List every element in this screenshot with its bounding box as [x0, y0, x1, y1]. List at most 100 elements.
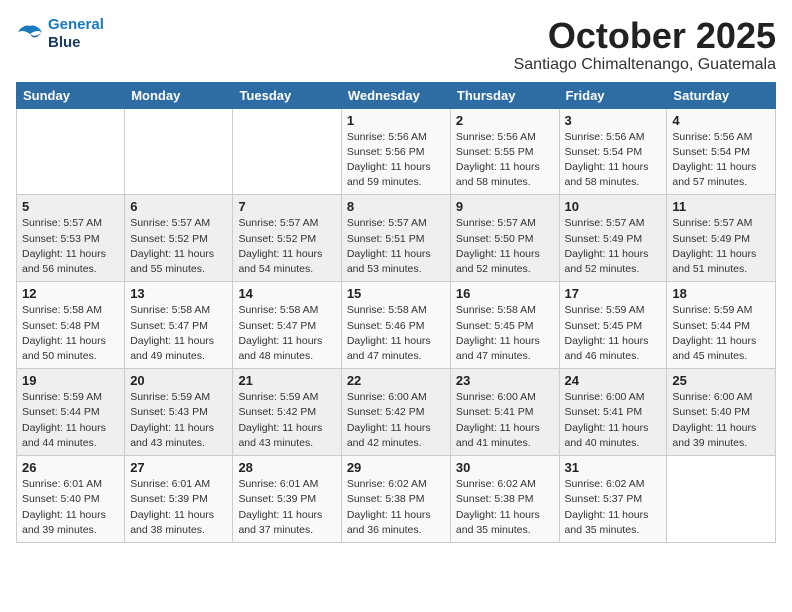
- calendar-cell: [125, 108, 233, 195]
- calendar-week-4: 19Sunrise: 5:59 AMSunset: 5:44 PMDayligh…: [17, 369, 776, 456]
- day-number: 7: [238, 199, 335, 214]
- calendar-cell: 1Sunrise: 5:56 AMSunset: 5:56 PMDaylight…: [341, 108, 450, 195]
- calendar-cell: [667, 456, 776, 543]
- weekday-header-saturday: Saturday: [667, 82, 776, 108]
- day-number: 23: [456, 373, 554, 388]
- calendar-cell: 17 Sunrise: 5:59 AMSunset: 5:45 PMDayligh…: [559, 282, 667, 369]
- day-number: 11: [672, 199, 770, 214]
- calendar-week-2: 5 Sunrise: 5:57 AMSunset: 5:53 PMDaylight…: [17, 195, 776, 282]
- day-number: 27: [130, 460, 227, 475]
- day-info: Sunrise: 5:58 AMSunset: 5:47 PMDaylight:…: [238, 303, 335, 364]
- calendar-week-1: 1Sunrise: 5:56 AMSunset: 5:56 PMDaylight…: [17, 108, 776, 195]
- day-number: 12: [22, 286, 119, 301]
- day-number: 14: [238, 286, 335, 301]
- calendar-cell: [17, 108, 125, 195]
- day-number: 19: [22, 373, 119, 388]
- calendar-cell: 19Sunrise: 5:59 AMSunset: 5:44 PMDayligh…: [17, 369, 125, 456]
- day-info: Sunrise: 5:56 AMSunset: 5:54 PMDaylight:…: [565, 130, 662, 191]
- day-number: 15: [347, 286, 445, 301]
- location-title: Santiago Chimaltenango, Guatemala: [514, 56, 776, 74]
- day-info: Sunrise: 5:59 AMSunset: 5:42 PMDaylight:…: [238, 390, 335, 451]
- day-info: Sunrise: 5:57 AMSunset: 5:52 PMDaylight:…: [238, 216, 335, 277]
- weekday-header-monday: Monday: [125, 82, 233, 108]
- weekday-header-sunday: Sunday: [17, 82, 125, 108]
- calendar-cell: 6 Sunrise: 5:57 AMSunset: 5:52 PMDaylight…: [125, 195, 233, 282]
- calendar-cell: 13 Sunrise: 5:58 AMSunset: 5:47 PMDayligh…: [125, 282, 233, 369]
- day-info: Sunrise: 6:00 AMSunset: 5:41 PMDaylight:…: [456, 390, 554, 451]
- calendar-cell: 8Sunrise: 5:57 AMSunset: 5:51 PMDaylight…: [341, 195, 450, 282]
- weekday-header-friday: Friday: [559, 82, 667, 108]
- weekday-header-tuesday: Tuesday: [233, 82, 341, 108]
- day-number: 30: [456, 460, 554, 475]
- calendar-cell: 2 Sunrise: 5:56 AMSunset: 5:55 PMDaylight…: [450, 108, 559, 195]
- day-info: Sunrise: 6:02 AMSunset: 5:37 PMDaylight:…: [565, 477, 662, 538]
- day-info: Sunrise: 5:59 AMSunset: 5:44 PMDaylight:…: [672, 303, 770, 364]
- day-info: Sunrise: 6:02 AMSunset: 5:38 PMDaylight:…: [456, 477, 554, 538]
- day-info: Sunrise: 5:59 AMSunset: 5:45 PMDaylight:…: [565, 303, 662, 364]
- day-info: Sunrise: 5:57 AMSunset: 5:53 PMDaylight:…: [22, 216, 119, 277]
- day-number: 31: [565, 460, 662, 475]
- day-number: 6: [130, 199, 227, 214]
- day-info: Sunrise: 6:01 AMSunset: 5:39 PMDaylight:…: [130, 477, 227, 538]
- calendar-cell: 15 Sunrise: 5:58 AMSunset: 5:46 PMDayligh…: [341, 282, 450, 369]
- day-number: 26: [22, 460, 119, 475]
- calendar-cell: 28 Sunrise: 6:01 AMSunset: 5:39 PMDayligh…: [233, 456, 341, 543]
- day-number: 25: [672, 373, 770, 388]
- day-info: Sunrise: 5:58 AMSunset: 5:46 PMDaylight:…: [347, 303, 445, 364]
- calendar-cell: 4 Sunrise: 5:56 AMSunset: 5:54 PMDaylight…: [667, 108, 776, 195]
- calendar-week-5: 26Sunrise: 6:01 AMSunset: 5:40 PMDayligh…: [17, 456, 776, 543]
- day-info: Sunrise: 5:56 AMSunset: 5:55 PMDaylight:…: [456, 130, 554, 191]
- weekday-header-thursday: Thursday: [450, 82, 559, 108]
- day-info: Sunrise: 6:00 AMSunset: 5:41 PMDaylight:…: [565, 390, 662, 451]
- day-number: 1: [347, 113, 445, 128]
- day-info: Sunrise: 5:57 AMSunset: 5:52 PMDaylight:…: [130, 216, 227, 277]
- day-number: 29: [347, 460, 445, 475]
- day-info: Sunrise: 5:58 AMSunset: 5:48 PMDaylight:…: [22, 303, 119, 364]
- day-number: 10: [565, 199, 662, 214]
- calendar-cell: 24 Sunrise: 6:00 AMSunset: 5:41 PMDayligh…: [559, 369, 667, 456]
- calendar-cell: 29 Sunrise: 6:02 AMSunset: 5:38 PMDayligh…: [341, 456, 450, 543]
- day-number: 28: [238, 460, 335, 475]
- day-info: Sunrise: 5:57 AMSunset: 5:50 PMDaylight:…: [456, 216, 554, 277]
- day-info: Sunrise: 6:00 AMSunset: 5:42 PMDaylight:…: [347, 390, 445, 451]
- logo: General Blue: [16, 16, 104, 52]
- calendar-cell: 31 Sunrise: 6:02 AMSunset: 5:37 PMDayligh…: [559, 456, 667, 543]
- day-number: 18: [672, 286, 770, 301]
- calendar-cell: 14 Sunrise: 5:58 AMSunset: 5:47 PMDayligh…: [233, 282, 341, 369]
- calendar-cell: 21 Sunrise: 5:59 AMSunset: 5:42 PMDayligh…: [233, 369, 341, 456]
- calendar-cell: 25 Sunrise: 6:00 AMSunset: 5:40 PMDayligh…: [667, 369, 776, 456]
- day-number: 3: [565, 113, 662, 128]
- calendar-cell: 16 Sunrise: 5:58 AMSunset: 5:45 PMDayligh…: [450, 282, 559, 369]
- calendar-cell: 23 Sunrise: 6:00 AMSunset: 5:41 PMDayligh…: [450, 369, 559, 456]
- day-number: 16: [456, 286, 554, 301]
- title-block: October 2025 Santiago Chimaltenango, Gua…: [514, 16, 776, 74]
- logo-icon: [16, 22, 44, 46]
- calendar-header: SundayMondayTuesdayWednesdayThursdayFrid…: [17, 82, 776, 108]
- day-info: Sunrise: 5:58 AMSunset: 5:47 PMDaylight:…: [130, 303, 227, 364]
- day-number: 8: [347, 199, 445, 214]
- day-number: 24: [565, 373, 662, 388]
- day-number: 2: [456, 113, 554, 128]
- day-info: Sunrise: 5:58 AMSunset: 5:45 PMDaylight:…: [456, 303, 554, 364]
- page-header: General Blue October 2025 Santiago Chima…: [16, 16, 776, 74]
- day-number: 21: [238, 373, 335, 388]
- calendar-cell: 3 Sunrise: 5:56 AMSunset: 5:54 PMDaylight…: [559, 108, 667, 195]
- day-number: 17: [565, 286, 662, 301]
- day-info: Sunrise: 6:01 AMSunset: 5:39 PMDaylight:…: [238, 477, 335, 538]
- calendar-cell: 9 Sunrise: 5:57 AMSunset: 5:50 PMDaylight…: [450, 195, 559, 282]
- day-number: 13: [130, 286, 227, 301]
- calendar-cell: 30 Sunrise: 6:02 AMSunset: 5:38 PMDayligh…: [450, 456, 559, 543]
- calendar-cell: [233, 108, 341, 195]
- day-info: Sunrise: 5:56 AMSunset: 5:54 PMDaylight:…: [672, 130, 770, 191]
- calendar-body: 1Sunrise: 5:56 AMSunset: 5:56 PMDaylight…: [17, 108, 776, 542]
- day-number: 9: [456, 199, 554, 214]
- calendar-table: SundayMondayTuesdayWednesdayThursdayFrid…: [16, 82, 776, 543]
- weekday-header-wednesday: Wednesday: [341, 82, 450, 108]
- calendar-cell: 7 Sunrise: 5:57 AMSunset: 5:52 PMDaylight…: [233, 195, 341, 282]
- day-info: Sunrise: 5:59 AMSunset: 5:43 PMDaylight:…: [130, 390, 227, 451]
- day-number: 5: [22, 199, 119, 214]
- calendar-cell: 11Sunrise: 5:57 AMSunset: 5:49 PMDayligh…: [667, 195, 776, 282]
- day-info: Sunrise: 6:00 AMSunset: 5:40 PMDaylight:…: [672, 390, 770, 451]
- day-info: Sunrise: 6:02 AMSunset: 5:38 PMDaylight:…: [347, 477, 445, 538]
- day-number: 4: [672, 113, 770, 128]
